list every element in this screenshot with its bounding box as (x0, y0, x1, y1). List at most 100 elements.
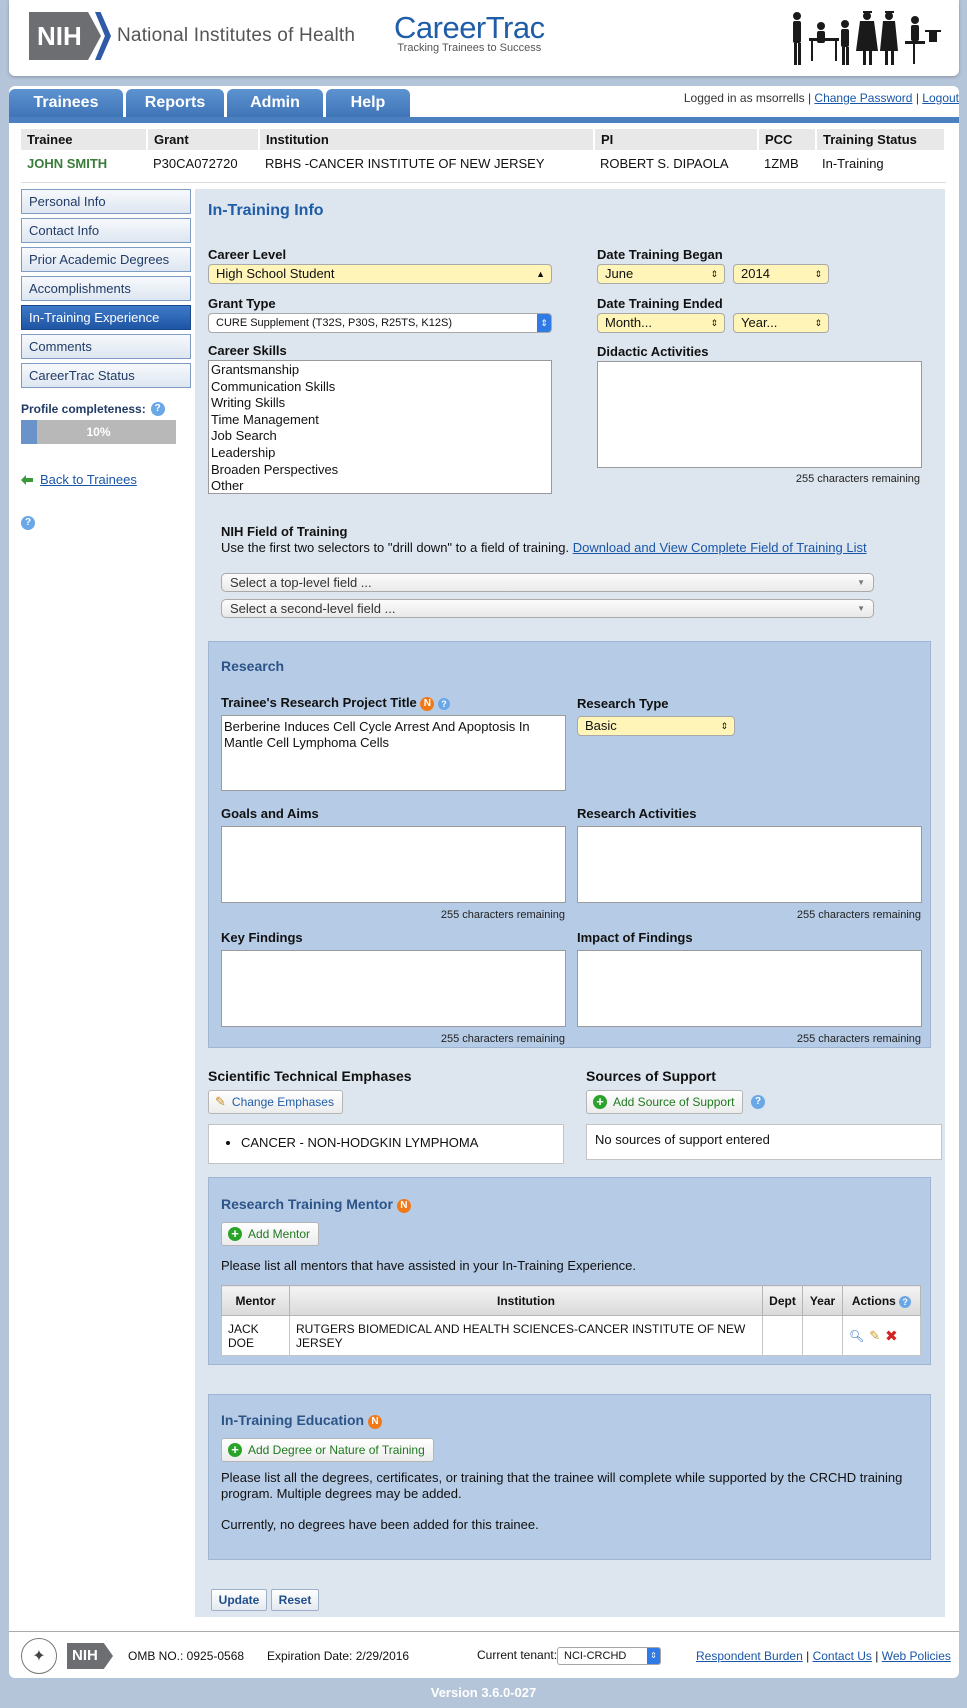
edit-icon[interactable]: ✎ (869, 1328, 880, 1344)
download-field-list-link[interactable]: Download and View Complete Field of Trai… (573, 540, 867, 555)
update-button[interactable]: Update (211, 1589, 267, 1611)
web-policies-link[interactable]: Web Policies (882, 1649, 951, 1663)
sidebar-item-contact-info[interactable]: Contact Info (21, 218, 191, 243)
profile-completeness-bar: 10% (21, 420, 176, 444)
reset-button[interactable]: Reset (271, 1589, 319, 1611)
didactic-activities-textarea[interactable] (597, 361, 922, 468)
help-icon[interactable]: ? (751, 1095, 765, 1109)
header-pi: PI (594, 129, 759, 150)
research-activities-textarea[interactable] (577, 826, 922, 903)
research-section: Research Trainee's Research Project Titl… (208, 641, 931, 1048)
app-tagline: Tracking Trainees to Success (397, 42, 542, 54)
mentor-col-mentor: Mentor (221, 1285, 290, 1316)
emphases-title: Scientific Technical Emphases (208, 1068, 412, 1084)
back-to-trainees[interactable]: Back to Trainees (21, 472, 191, 487)
tab-trainees[interactable]: Trainees (9, 89, 123, 117)
omb-number: OMB NO.: 0925-0568 (128, 1649, 245, 1663)
sidebar-item-comments[interactable]: Comments (21, 334, 191, 359)
delete-icon[interactable]: ✖ (885, 1327, 898, 1345)
tab-help[interactable]: Help (326, 89, 410, 117)
project-title-value: Berberine Induces Cell Cycle Arrest And … (224, 719, 530, 750)
add-degree-label: Add Degree or Nature of Training (248, 1443, 425, 1457)
hhs-eagle-icon[interactable]: ✦ (21, 1638, 57, 1674)
sidebar-item-personal-info[interactable]: Personal Info (21, 189, 191, 214)
career-skills-list[interactable]: Grantsmanship Communication Skills Writi… (208, 360, 552, 494)
contact-us-link[interactable]: Contact Us (813, 1649, 872, 1663)
sidebar-item-in-training-experience[interactable]: In-Training Experience (21, 305, 191, 330)
key-findings-textarea[interactable] (221, 950, 566, 1027)
nih-name: National Institutes of Health (117, 25, 356, 46)
date-ended-year-select[interactable]: Year... ⇕ (733, 313, 829, 333)
help-icon[interactable]: ? (150, 402, 165, 416)
select-arrow-icon: ⇕ (710, 318, 718, 328)
change-emphases-button[interactable]: ✎ Change Emphases (208, 1090, 343, 1114)
date-ended-label: Date Training Ended (597, 296, 723, 311)
skill-option[interactable]: Communication Skills (211, 379, 549, 396)
grant-type-value: CURE Supplement (T32S, P30S, R25TS, K12S… (216, 317, 452, 329)
trainee-institution: RBHS -CANCER INSTITUTE OF NEW JERSEY (265, 155, 545, 171)
date-began-month-value: June (605, 266, 634, 281)
back-to-trainees-link[interactable]: Back to Trainees (40, 472, 137, 487)
trainee-pi: ROBERT S. DIPAOLA (600, 155, 729, 171)
tab-reports[interactable]: Reports (126, 89, 224, 117)
respondent-burden-link[interactable]: Respondent Burden (696, 1649, 803, 1663)
date-began-label: Date Training Began (597, 247, 723, 262)
help-icon[interactable]: ? (438, 698, 451, 710)
trainee-grant: P30CA072720 (153, 155, 238, 171)
skill-option[interactable]: Time Management (211, 412, 549, 429)
project-title-label: Trainee's Research Project Title N ? (221, 695, 451, 711)
sources-support-panel: No sources of support entered (586, 1124, 942, 1160)
date-began-month-select[interactable]: June ⇕ (597, 264, 725, 284)
top-level-placeholder: Select a top-level field ... (230, 575, 372, 590)
help-icon[interactable]: ? (21, 516, 35, 530)
tenant-select[interactable]: NCI-CRCHD ⇕ (557, 1647, 661, 1665)
skill-option[interactable]: Leadership (211, 445, 549, 462)
education-desc: Please list all the degrees, certificate… (221, 1470, 903, 1501)
tab-admin[interactable]: Admin (227, 89, 323, 117)
career-skills-label: Career Skills (208, 343, 287, 358)
research-type-select[interactable]: Basic ⇕ (577, 716, 735, 736)
footer: ✦ NIH OMB NO.: 0925-0568 Expiration Date… (9, 1632, 959, 1678)
sidebar-item-careertrac-status[interactable]: CareerTrac Status (21, 363, 191, 388)
top-level-field-select[interactable]: Select a top-level field ... ▼ (221, 573, 874, 592)
version-text: Version 3.6.0-027 (430, 1685, 537, 1700)
select-arrow-icon: ⇕ (537, 314, 551, 332)
skill-option[interactable]: Writing Skills (211, 395, 549, 412)
goals-aims-textarea[interactable] (221, 826, 566, 903)
skill-option[interactable]: Grantsmanship (211, 362, 549, 379)
sources-support-title: Sources of Support (586, 1068, 716, 1084)
impact-findings-textarea[interactable] (577, 950, 922, 1027)
career-level-select[interactable]: High School Student ▲ (208, 264, 552, 284)
select-arrow-icon: ▲ (536, 269, 545, 279)
trainee-summary-table: Trainee Grant Institution PI PCC Trainin… (21, 129, 946, 176)
impact-chars-remaining: 255 characters remaining (796, 1033, 921, 1045)
date-ended-month-select[interactable]: Month... ⇕ (597, 313, 725, 333)
skill-option[interactable]: Broaden Perspectives (211, 462, 549, 479)
activities-chars-remaining: 255 characters remaining (796, 909, 921, 921)
help-icon[interactable]: ? (899, 1295, 912, 1308)
sidebar-item-accomplishments[interactable]: Accomplishments (21, 276, 191, 301)
project-title-textarea[interactable]: Berberine Induces Cell Cycle Arrest And … (221, 715, 566, 791)
grant-type-select[interactable]: CURE Supplement (T32S, P30S, R25TS, K12S… (208, 313, 552, 333)
logout-link[interactable]: Logout (922, 91, 959, 105)
key-findings-label: Key Findings (221, 930, 303, 945)
date-began-year-select[interactable]: 2014 ⇕ (733, 264, 829, 284)
trainee-name: JOHN SMITH (27, 155, 108, 171)
skill-option[interactable]: Job Search (211, 428, 549, 445)
add-source-support-button[interactable]: + Add Source of Support (586, 1090, 744, 1114)
skill-option[interactable]: Other (211, 478, 549, 495)
change-password-link[interactable]: Change Password (814, 91, 912, 105)
second-level-field-select[interactable]: Select a second-level field ... ▼ (221, 599, 874, 618)
header-training-status: Training Status (816, 129, 946, 150)
grant-type-label: Grant Type (208, 296, 276, 311)
add-mentor-label: Add Mentor (248, 1227, 311, 1241)
separator: | (915, 91, 919, 105)
add-degree-button[interactable]: + Add Degree or Nature of Training (221, 1438, 434, 1462)
magnifier-icon[interactable]: 🔍︎ (849, 1329, 864, 1343)
nih-logo[interactable]: NIH National Institutes of Health (29, 12, 355, 60)
select-arrow-icon: ⇕ (720, 721, 728, 731)
sidebar-item-prior-academic-degrees[interactable]: Prior Academic Degrees (21, 247, 191, 272)
add-mentor-button[interactable]: + Add Mentor (221, 1222, 320, 1246)
careertrac-logo[interactable]: CareerTrac Tracking Trainees to Success (394, 12, 545, 55)
nih-small-logo[interactable]: NIH (67, 1643, 113, 1669)
